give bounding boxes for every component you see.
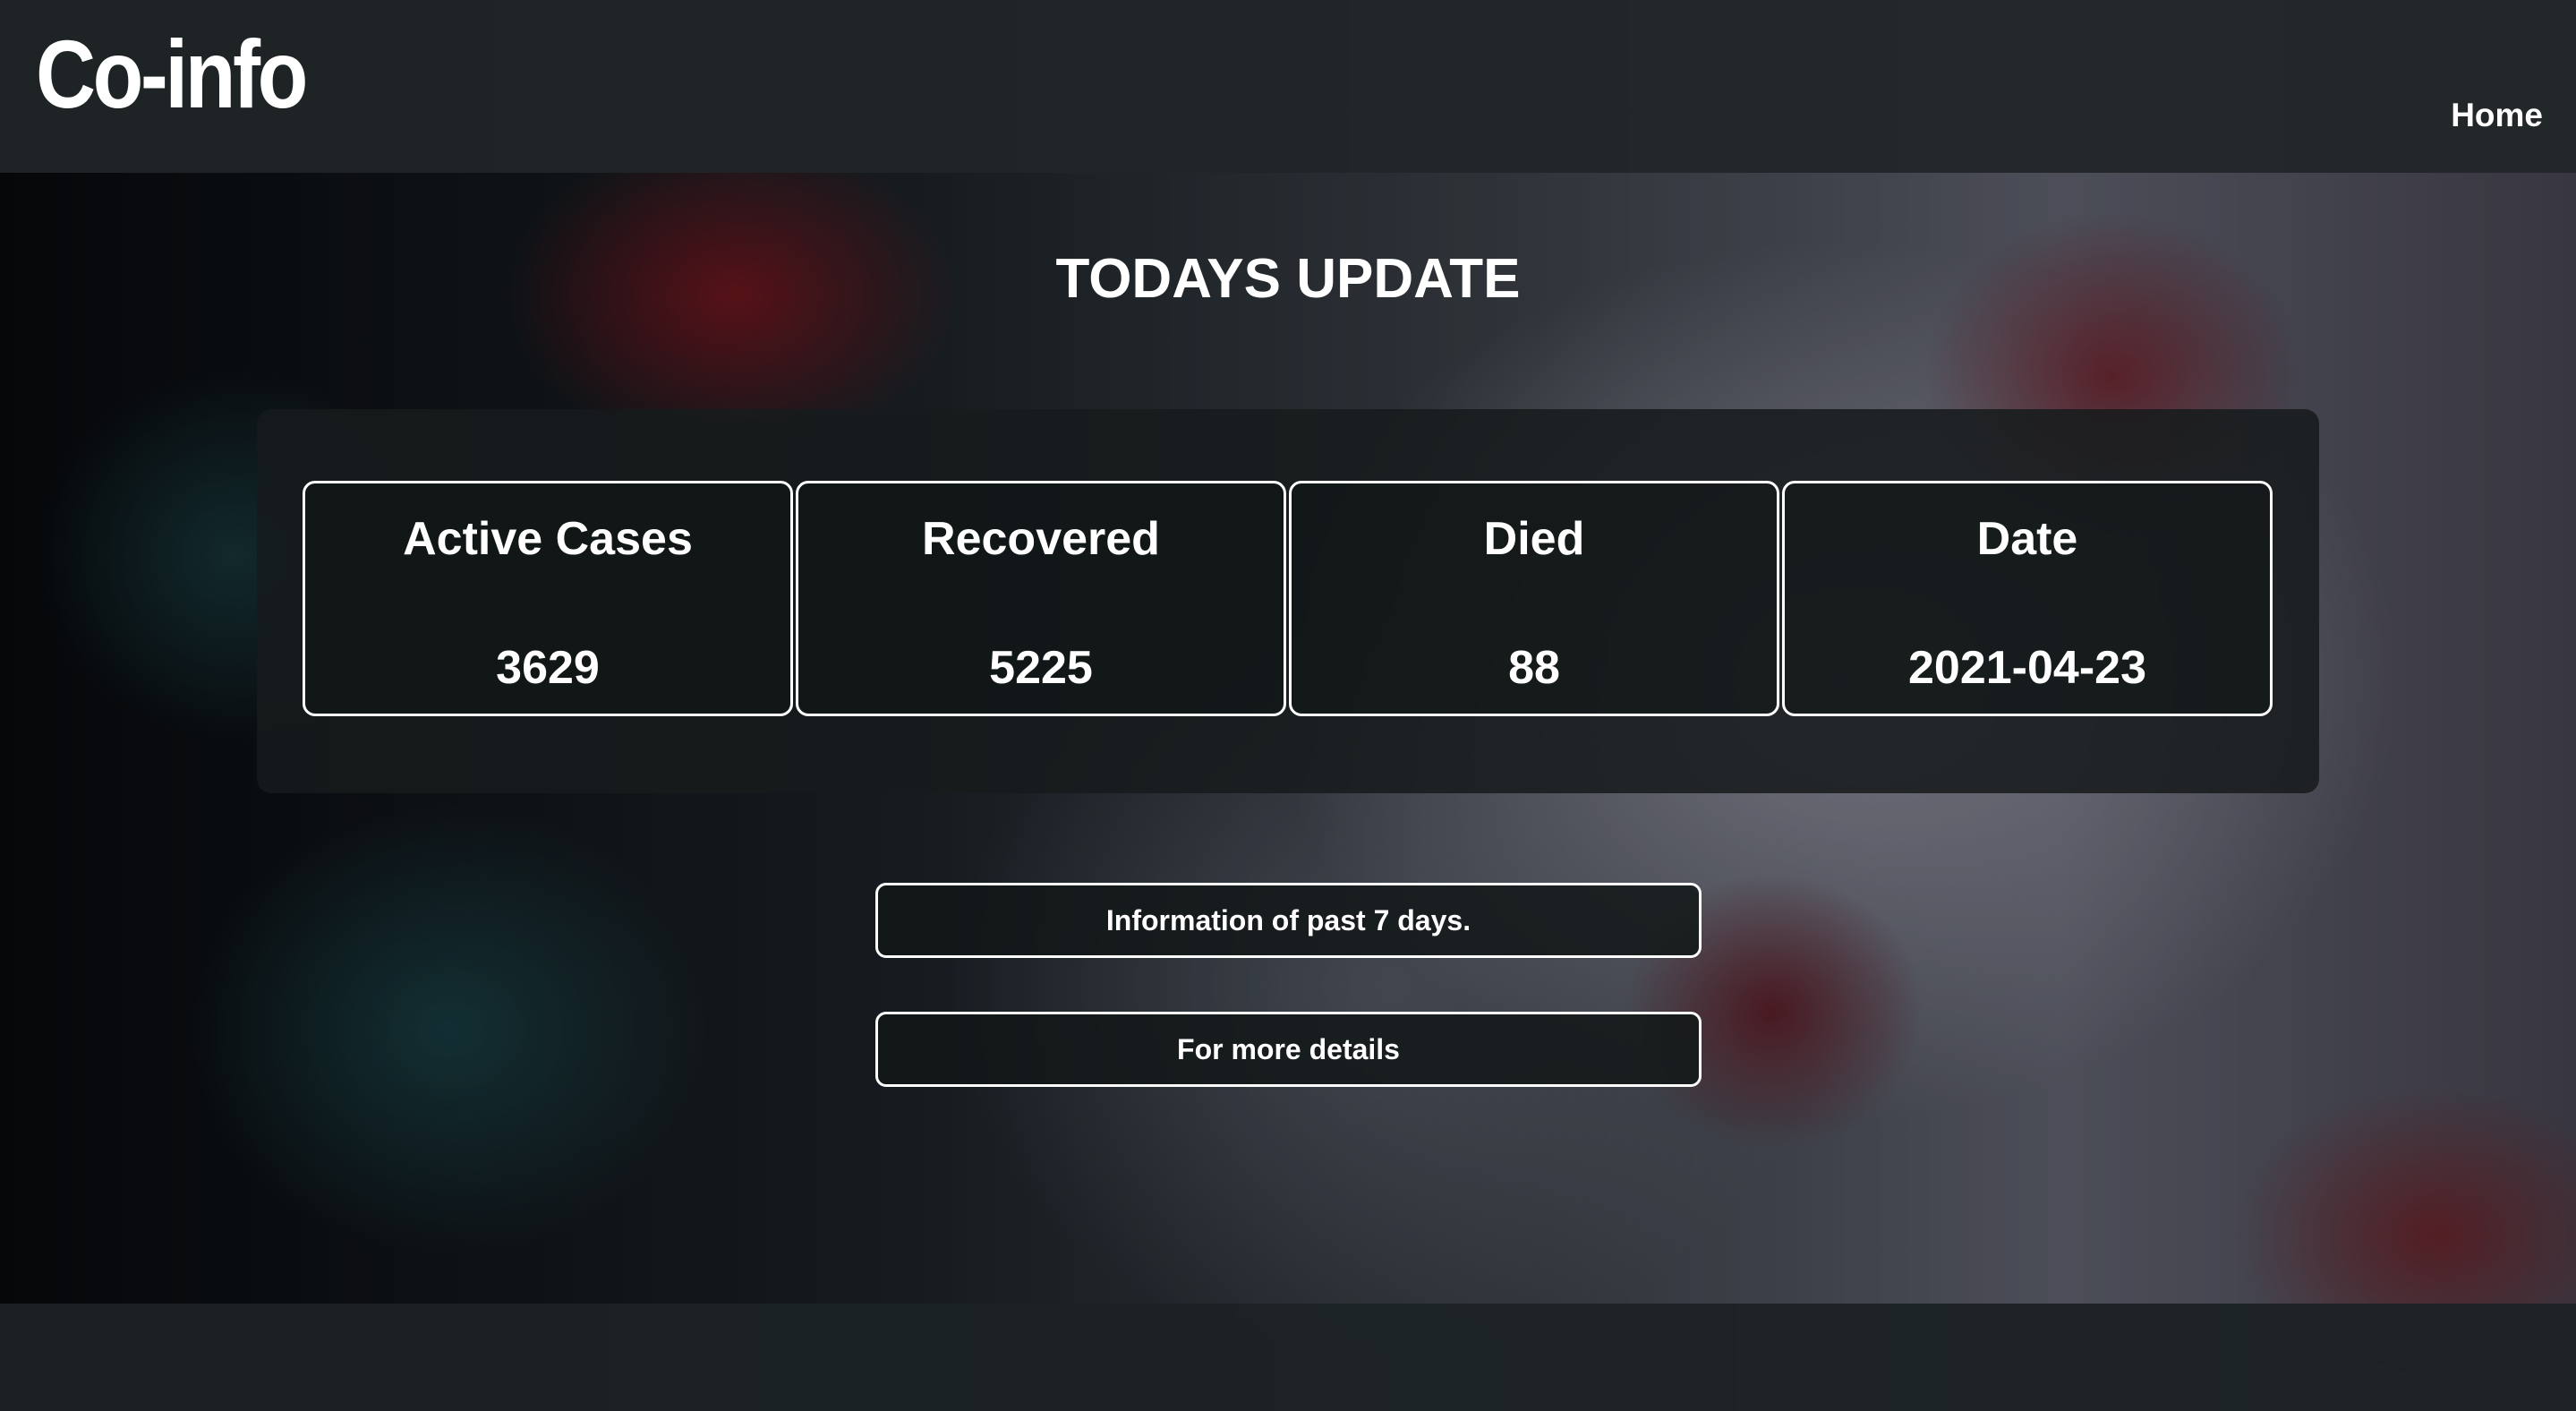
stat-card-active-cases: Active Cases 3629 bbox=[303, 481, 793, 716]
stat-label: Died bbox=[1483, 513, 1585, 565]
stat-value: 88 bbox=[1508, 642, 1560, 694]
stat-value: 2021-04-23 bbox=[1908, 642, 2146, 694]
more-details-button[interactable]: For more details bbox=[875, 1012, 1702, 1087]
stat-card-died: Died 88 bbox=[1289, 481, 1779, 716]
stat-label: Date bbox=[1976, 513, 2078, 565]
stat-card-date: Date 2021-04-23 bbox=[1782, 481, 2273, 716]
stat-value: 5225 bbox=[989, 642, 1093, 694]
nav-home-link[interactable]: Home bbox=[2451, 93, 2543, 138]
site-logo[interactable]: Co-info bbox=[36, 16, 308, 133]
stat-label: Recovered bbox=[922, 513, 1160, 565]
page-title: TODAYS UPDATE bbox=[1055, 248, 1521, 310]
stat-label: Active Cases bbox=[403, 513, 693, 565]
site-footer bbox=[0, 1304, 2576, 1411]
site-header: Co-info Home bbox=[0, 0, 2576, 173]
stat-value: 3629 bbox=[496, 642, 600, 694]
stats-panel: Active Cases 3629 Recovered 5225 Died 88… bbox=[257, 409, 2319, 793]
stat-card-recovered: Recovered 5225 bbox=[796, 481, 1286, 716]
past-7-days-button[interactable]: Information of past 7 days. bbox=[875, 883, 1702, 958]
